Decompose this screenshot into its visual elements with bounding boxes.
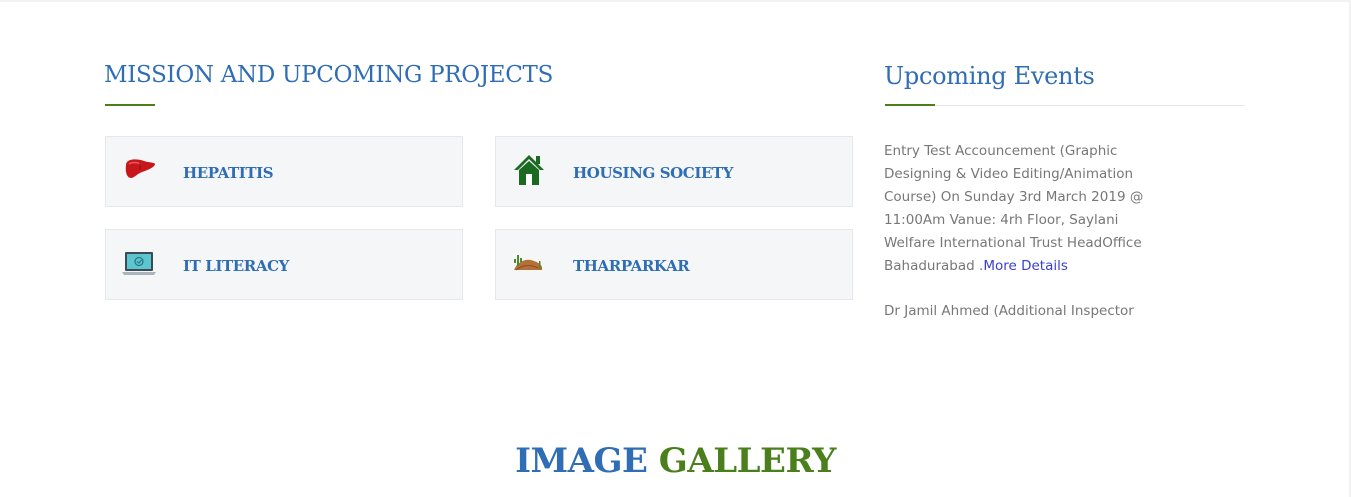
event-item: Entry Test Accouncement (Graphic Designi… bbox=[884, 140, 1144, 278]
event-item: Dr Jamil Ahmed (Additional Inspector bbox=[884, 300, 1144, 323]
events-section-title: Upcoming Events bbox=[884, 62, 1095, 90]
project-label-tharparkar: THARPARKAR bbox=[573, 257, 690, 275]
image-gallery-title: IMAGE GALLERY bbox=[0, 441, 1351, 481]
house-icon bbox=[512, 153, 548, 189]
events-title-underline bbox=[885, 104, 935, 106]
liver-icon bbox=[122, 153, 158, 189]
event-text: Dr Jamil Ahmed (Additional Inspector bbox=[884, 303, 1134, 319]
event-text: Entry Test Accouncement (Graphic Designi… bbox=[884, 143, 1144, 274]
project-card-tharparkar[interactable]: THARPARKAR bbox=[495, 229, 853, 300]
top-divider bbox=[0, 0, 1351, 2]
gallery-title-part1: IMAGE bbox=[515, 441, 648, 481]
mission-title-underline bbox=[105, 104, 155, 106]
project-card-hepatitis[interactable]: HEPATITIS bbox=[105, 136, 463, 207]
project-label-hepatitis: HEPATITIS bbox=[183, 164, 274, 182]
laptop-icon bbox=[122, 246, 158, 282]
desert-icon bbox=[512, 246, 548, 282]
event-more-details-link[interactable]: More Details bbox=[983, 258, 1068, 274]
events-title-rule bbox=[935, 105, 1245, 106]
project-card-housing-society[interactable]: HOUSING SOCIETY bbox=[495, 136, 853, 207]
project-label-housing-society: HOUSING SOCIETY bbox=[573, 164, 734, 182]
page: MISSION AND UPCOMING PROJECTS HEPATITIS … bbox=[0, 0, 1351, 497]
project-card-it-literacy[interactable]: IT LITERACY bbox=[105, 229, 463, 300]
gallery-title-part2: GALLERY bbox=[658, 441, 837, 481]
project-label-it-literacy: IT LITERACY bbox=[183, 257, 289, 275]
events-scroller[interactable]: Entry Test Accouncement (Graphic Designi… bbox=[884, 140, 1144, 338]
mission-section-title: MISSION AND UPCOMING PROJECTS bbox=[104, 62, 554, 88]
